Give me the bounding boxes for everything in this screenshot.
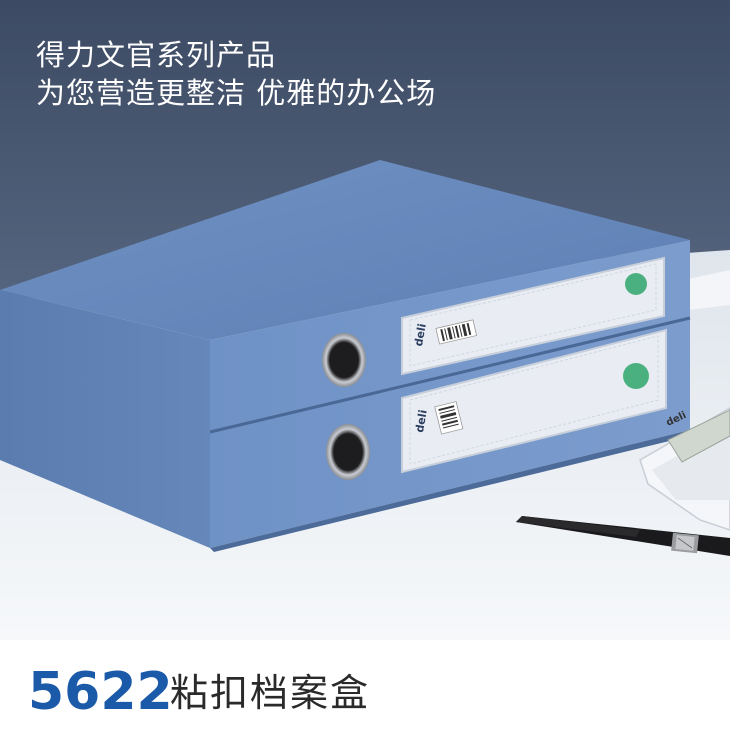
product-name: 粘扣档案盒 (170, 671, 371, 715)
product-photo: deli deli deli 得力文官系列产品 为您营造更整洁 优雅的办公场 (0, 0, 730, 640)
upper-finger-ring (322, 333, 366, 387)
lower-finger-ring (326, 424, 370, 480)
model-number: 5622 (28, 662, 173, 722)
headline: 得力文官系列产品 为您营造更整洁 优雅的办公场 (36, 36, 436, 112)
headline-line-2: 为您营造更整洁 优雅的办公场 (36, 76, 437, 110)
headline-line-1: 得力文官系列产品 (36, 38, 277, 72)
